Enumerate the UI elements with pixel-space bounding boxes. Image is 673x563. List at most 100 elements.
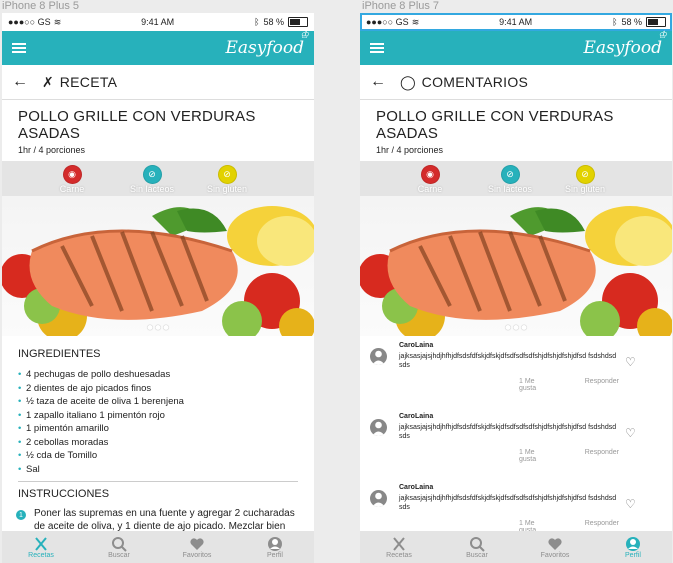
brand-logo: Easyfood ♔ bbox=[225, 30, 309, 58]
carrier: ●●●○○ GS bbox=[366, 17, 409, 27]
tag-sin-lacteos[interactable]: ⊘ Sin lácteos bbox=[122, 165, 182, 194]
comment-text: jajksasjajsjhdjhfhjdfsdsfdfskjdfskjdfsdf… bbox=[399, 424, 617, 440]
list-item: 2 dientes de ajo picados finos bbox=[18, 382, 298, 396]
frame-label-1: iPhone 8 Plus 5 bbox=[2, 0, 80, 12]
meat-icon: ◉ bbox=[420, 165, 440, 184]
tab-perfil[interactable]: Perfil bbox=[236, 531, 314, 563]
recipe-meta: 1hr / 4 porciones bbox=[376, 145, 444, 155]
recipe-meta: 1hr / 4 porciones bbox=[18, 145, 86, 155]
instructions-heading: INSTRUCCIONES bbox=[18, 488, 110, 500]
tab-buscar[interactable]: Buscar bbox=[80, 531, 158, 563]
battery-text: 58 % bbox=[263, 17, 284, 27]
reply-button[interactable]: Responder bbox=[585, 378, 619, 392]
tab-favoritos[interactable]: Favoritos bbox=[158, 531, 236, 563]
comment-text: jajksasjajsjhdjhfhjdfsdsfdfskjdfskjdfsdf… bbox=[399, 353, 617, 369]
comment-user: CaroLaina bbox=[399, 413, 434, 420]
phone-recipe: ●●●○○ GS ≋ 9:41 AM ᛒ 58 % Easyfood ♔ ← ✗ RE… bbox=[2, 13, 314, 563]
recipe-photo[interactable] bbox=[2, 196, 314, 336]
list-item: ½ taza de aceite de oliva 1 berenjena bbox=[18, 395, 298, 409]
ingredients-heading: INGREDIENTES bbox=[18, 348, 101, 360]
wifi-icon: ≋ bbox=[53, 16, 62, 27]
tags-bar: ◉ Carne ⊘ Sin lácteos ⊘ Sin gluten bbox=[2, 161, 314, 196]
recipe-photo[interactable] bbox=[360, 196, 672, 336]
comment-item: CaroLaina jajksasjajsjhdjhfhjdfsdsfdfskj… bbox=[360, 407, 672, 478]
no-dairy-icon: ⊘ bbox=[500, 165, 520, 184]
bluetooth-icon: ᛒ bbox=[612, 17, 618, 27]
search-icon bbox=[470, 536, 485, 552]
clock: 9:41 AM bbox=[499, 17, 533, 27]
avatar bbox=[370, 490, 387, 507]
list-item: 4 pechugas de pollo deshuesadas bbox=[18, 368, 298, 382]
like-count-button[interactable]: 1 Me gusta bbox=[519, 378, 553, 392]
list-item: ½ cda de Tomillo bbox=[18, 449, 298, 463]
meat-icon: ◉ bbox=[62, 165, 82, 184]
avatar bbox=[370, 348, 387, 365]
recipe-title: POLLO GRILLE CON VERDURAS ASADAS bbox=[376, 108, 614, 142]
recipe-title: POLLO GRILLE CON VERDURAS ASADAS bbox=[18, 108, 256, 142]
tab-bar: Recetas Buscar Favoritos Perfil bbox=[360, 531, 672, 563]
cutlery-icon bbox=[35, 536, 47, 551]
menu-icon[interactable] bbox=[12, 43, 26, 53]
status-bar: ●●●○○ GS ≋ 9:41 AM ᛒ 58 % bbox=[2, 13, 314, 31]
tab-recetas[interactable]: Recetas bbox=[2, 531, 80, 563]
list-item: 1 zapallo italiano 1 pimentón rojo bbox=[18, 409, 298, 423]
reply-button[interactable]: Responder bbox=[585, 449, 619, 463]
profile-icon bbox=[268, 536, 282, 551]
page-title: COMENTARIOS bbox=[421, 74, 529, 90]
status-bar: ●●●○○ GS ≋ 9:41 AM ᛒ 58 % bbox=[360, 13, 672, 31]
phone-comments: ●●●○○ GS ≋ 9:41 AM ᛒ 58 % Easyfood ♔ ← ◯ CO… bbox=[360, 13, 672, 563]
battery-icon bbox=[646, 17, 666, 27]
tags-bar: ◉ Carne ⊘ Sin lácteos ⊘ Sin gluten bbox=[360, 161, 672, 196]
heart-icon[interactable]: ♡ bbox=[625, 497, 636, 511]
divider bbox=[18, 481, 298, 482]
like-count-button[interactable]: 1 Me gusta bbox=[519, 449, 553, 463]
app-bar: Easyfood ♔ bbox=[360, 30, 672, 65]
search-icon bbox=[112, 536, 127, 552]
comment-item: CaroLaina jajksasjajsjhdjhfhjdfsdsfdfskj… bbox=[360, 336, 672, 407]
tab-perfil[interactable]: Perfil bbox=[594, 531, 672, 563]
food-illustration bbox=[360, 206, 672, 336]
back-arrow-icon[interactable]: ← bbox=[370, 73, 386, 91]
no-gluten-icon: ⊘ bbox=[217, 165, 237, 184]
heart-icon bbox=[548, 537, 562, 550]
avatar bbox=[370, 419, 387, 436]
brand-logo: Easyfood ♔ bbox=[583, 30, 667, 58]
heart-icon bbox=[190, 537, 204, 550]
food-illustration bbox=[2, 206, 314, 336]
battery-text: 58 % bbox=[621, 17, 642, 27]
wifi-icon: ≋ bbox=[411, 16, 420, 27]
tab-favoritos[interactable]: Favoritos bbox=[516, 531, 594, 563]
list-item: 2 cebollas moradas bbox=[18, 436, 298, 450]
tag-sin-gluten[interactable]: ⊘ Sin gluten bbox=[555, 165, 615, 194]
step-number: 1 bbox=[16, 510, 26, 520]
no-dairy-icon: ⊘ bbox=[142, 165, 162, 184]
heart-icon[interactable]: ♡ bbox=[625, 426, 636, 440]
back-arrow-icon[interactable]: ← bbox=[12, 73, 28, 91]
carousel-dots[interactable] bbox=[147, 325, 169, 330]
profile-icon bbox=[626, 536, 640, 551]
tag-carne[interactable]: ◉ Carne bbox=[400, 165, 460, 194]
cutlery-icon bbox=[393, 536, 405, 551]
comment-user: CaroLaina bbox=[399, 484, 434, 491]
list-item: Sal bbox=[18, 463, 298, 477]
comments-list: CaroLaina jajksasjajsjhdjhfhjdfsdsfdfskj… bbox=[360, 336, 672, 549]
tab-recetas[interactable]: Recetas bbox=[360, 531, 438, 563]
no-gluten-icon: ⊘ bbox=[575, 165, 595, 184]
battery-icon bbox=[288, 17, 308, 27]
frame-label-2: iPhone 8 Plus 7 bbox=[362, 0, 440, 12]
page-title: RECETA bbox=[59, 74, 118, 90]
heart-icon[interactable]: ♡ bbox=[625, 355, 636, 369]
tag-sin-lacteos[interactable]: ⊘ Sin lácteos bbox=[480, 165, 540, 194]
clock: 9:41 AM bbox=[141, 17, 175, 27]
menu-icon[interactable] bbox=[370, 43, 384, 53]
carousel-dots[interactable] bbox=[505, 325, 527, 330]
sub-header: ← ◯ COMENTARIOS bbox=[360, 65, 672, 100]
carrier: ●●●○○ GS bbox=[8, 17, 51, 27]
tag-sin-gluten[interactable]: ⊘ Sin gluten bbox=[197, 165, 257, 194]
ingredients-list: 4 pechugas de pollo deshuesadas 2 diente… bbox=[18, 368, 298, 476]
tab-buscar[interactable]: Buscar bbox=[438, 531, 516, 563]
tab-bar: Recetas Buscar Favoritos Perfil bbox=[2, 531, 314, 563]
app-bar: Easyfood ♔ bbox=[2, 30, 314, 65]
comment-text: jajksasjajsjhdjhfhjdfsdsfdfskjdfskjdfsdf… bbox=[399, 495, 617, 511]
tag-carne[interactable]: ◉ Carne bbox=[42, 165, 102, 194]
